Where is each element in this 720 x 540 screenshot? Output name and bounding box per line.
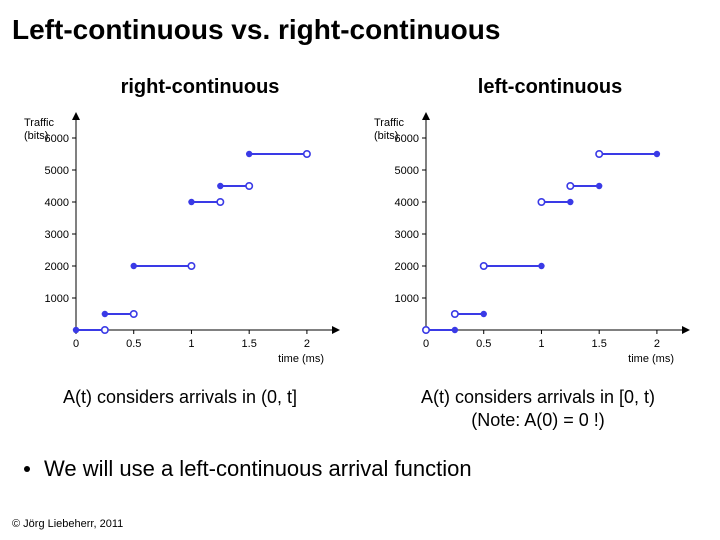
svg-text:4000: 4000 bbox=[395, 197, 419, 209]
chart-left-continuous: 10002000300040005000600000.511.52Traffic… bbox=[370, 110, 700, 370]
svg-text:(bits): (bits) bbox=[24, 130, 48, 142]
left-column-label: right-continuous bbox=[90, 76, 310, 99]
svg-text:1.5: 1.5 bbox=[242, 338, 257, 350]
left-caption: A(t) considers arrivals in (0, t] bbox=[40, 386, 320, 409]
right-caption: A(t) considers arrivals in [0, t) (Note:… bbox=[388, 386, 688, 431]
svg-text:5000: 5000 bbox=[395, 165, 419, 177]
svg-text:1000: 1000 bbox=[45, 293, 69, 305]
svg-text:1.5: 1.5 bbox=[592, 338, 607, 350]
bullet-dot-icon bbox=[24, 466, 30, 472]
svg-text:0.5: 0.5 bbox=[476, 338, 491, 350]
right-caption-l2: (Note: A(0) = 0 !) bbox=[471, 410, 605, 430]
right-column-label: left-continuous bbox=[440, 76, 660, 99]
right-caption-l1: A(t) considers arrivals in [0, t) bbox=[421, 387, 655, 407]
svg-text:3000: 3000 bbox=[395, 229, 419, 241]
copyright: © Jörg Liebeherr, 2011 bbox=[12, 518, 123, 530]
slide: Left-continuous vs. right-continuous rig… bbox=[0, 0, 720, 540]
svg-text:5000: 5000 bbox=[45, 165, 69, 177]
svg-text:2: 2 bbox=[304, 338, 310, 350]
svg-text:Traffic: Traffic bbox=[374, 117, 404, 129]
svg-text:time (ms): time (ms) bbox=[278, 353, 324, 365]
svg-text:1: 1 bbox=[538, 338, 544, 350]
svg-text:1000: 1000 bbox=[395, 293, 419, 305]
svg-text:(bits): (bits) bbox=[374, 130, 398, 142]
svg-text:3000: 3000 bbox=[45, 229, 69, 241]
svg-text:2: 2 bbox=[654, 338, 660, 350]
chart-right-continuous: 10002000300040005000600000.511.52Traffic… bbox=[20, 110, 350, 370]
bullet-line: We will use a left-continuous arrival fu… bbox=[24, 456, 472, 482]
page-title: Left-continuous vs. right-continuous bbox=[12, 14, 500, 46]
svg-text:4000: 4000 bbox=[45, 197, 69, 209]
svg-text:0: 0 bbox=[73, 338, 79, 350]
svg-text:0: 0 bbox=[423, 338, 429, 350]
svg-text:0.5: 0.5 bbox=[126, 338, 141, 350]
svg-text:2000: 2000 bbox=[45, 261, 69, 273]
svg-text:2000: 2000 bbox=[395, 261, 419, 273]
svg-text:1: 1 bbox=[188, 338, 194, 350]
svg-text:Traffic: Traffic bbox=[24, 117, 54, 129]
svg-text:time (ms): time (ms) bbox=[628, 353, 674, 365]
bullet-text: We will use a left-continuous arrival fu… bbox=[44, 456, 472, 481]
